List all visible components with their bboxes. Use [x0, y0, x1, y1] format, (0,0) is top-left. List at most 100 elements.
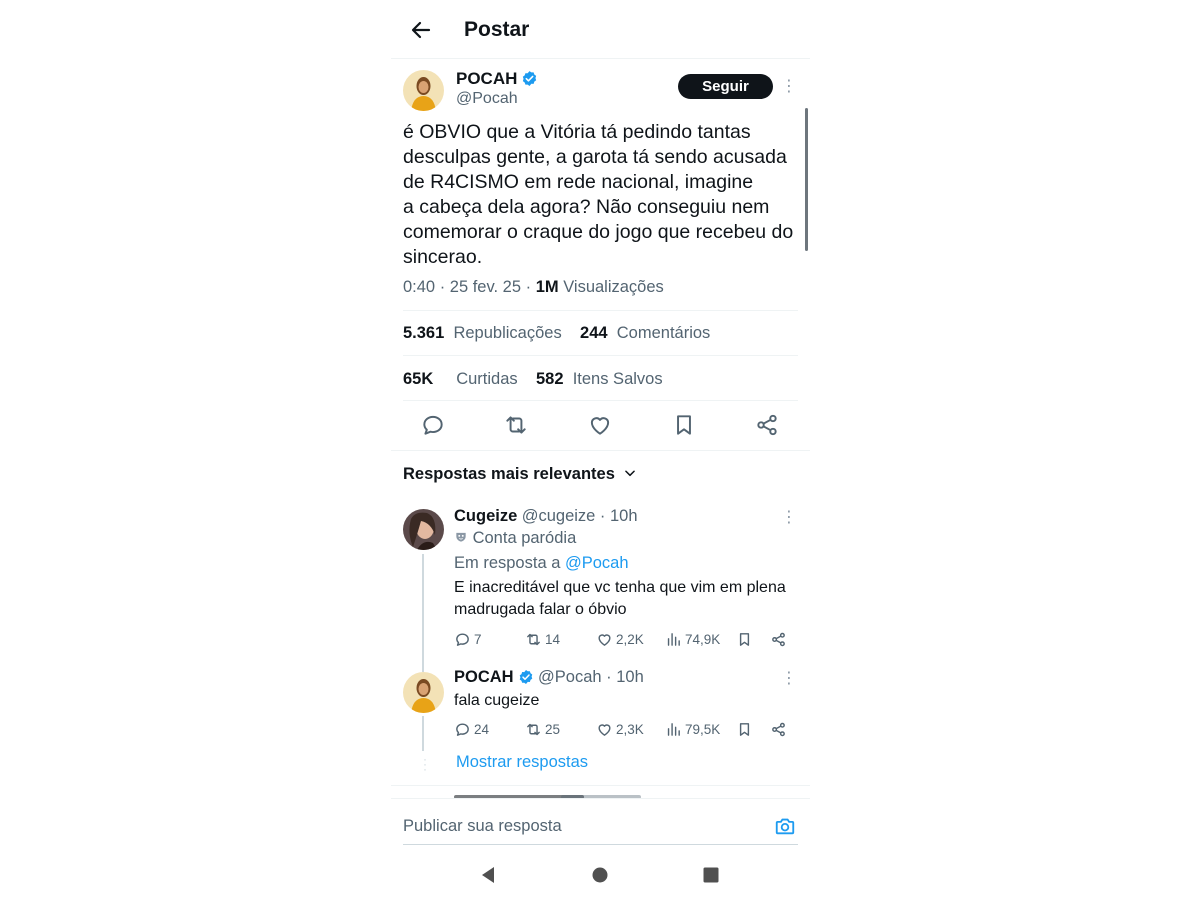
- post-text: é OBVIO que a Vitória tá pedindo tantas …: [403, 121, 794, 268]
- page-title: Postar: [464, 18, 530, 41]
- camera-icon[interactable]: [774, 815, 796, 837]
- views-count: 79,5K: [685, 722, 721, 737]
- follow-button[interactable]: Seguir: [678, 74, 773, 99]
- divider: [403, 400, 798, 401]
- share-icon: [772, 722, 785, 737]
- stats-row-2: 65K Curtidas 582 Itens Salvos: [403, 370, 663, 389]
- share-icon[interactable]: [754, 412, 780, 438]
- reply-actions: 7 14 2,2K 74,9K: [454, 631, 804, 651]
- scrollbar[interactable]: [805, 108, 808, 251]
- in-reply-handle-link[interactable]: @Pocah: [565, 554, 629, 572]
- arrow-left-icon[interactable]: [409, 18, 433, 42]
- bookmark-icon: [739, 633, 750, 646]
- divider: [403, 310, 798, 311]
- saves-stat[interactable]: 582 Itens Salvos: [536, 370, 663, 388]
- reply-avatar[interactable]: [403, 509, 444, 550]
- like-button[interactable]: 2,2K: [596, 631, 644, 648]
- divider: [391, 785, 810, 786]
- reply-author-name[interactable]: Cugeize: [454, 507, 517, 525]
- reply-text: E inacreditável que vc tenha que vim em …: [454, 579, 786, 618]
- verified-badge-icon: [523, 71, 537, 86]
- reply-count: 7: [474, 632, 482, 647]
- in-reply-to: Em resposta a @Pocah: [454, 554, 629, 573]
- heart-icon: [598, 724, 611, 736]
- thread-line: [422, 554, 424, 672]
- nav-back-icon[interactable]: [477, 864, 499, 886]
- bookmark-button[interactable]: [736, 631, 753, 648]
- views-button[interactable]: 74,9K: [665, 631, 720, 648]
- author-handle[interactable]: @Pocah: [456, 90, 518, 108]
- author-avatar[interactable]: [403, 70, 444, 111]
- share-button[interactable]: [770, 721, 787, 738]
- verified-badge-icon: [519, 670, 532, 684]
- mask-icon: [456, 532, 466, 542]
- nav-home-icon[interactable]: [589, 864, 611, 886]
- repost-icon[interactable]: [503, 412, 529, 438]
- in-reply-prefix: Em resposta a: [454, 554, 565, 572]
- bookmark-icon: [739, 723, 750, 736]
- reply-text: fala cugeize: [454, 692, 540, 709]
- reply-header: Cugeize @cugeize · 10h: [454, 507, 638, 526]
- like-count: 2,3K: [616, 722, 644, 737]
- repost-button[interactable]: 25: [525, 721, 560, 738]
- more-options-icon[interactable]: ⋮: [781, 671, 797, 687]
- reply-button[interactable]: 24: [454, 721, 489, 738]
- share-button[interactable]: [770, 631, 787, 648]
- reply-actions: 24 25 2,3K 79,5K: [454, 721, 804, 741]
- bookmark-button[interactable]: [736, 721, 753, 738]
- thread-line: [422, 716, 424, 751]
- views-button[interactable]: 79,5K: [665, 721, 720, 738]
- author-name-text[interactable]: POCAH: [456, 69, 517, 88]
- thread-dots: · · ·: [423, 752, 427, 776]
- nav-recents-icon[interactable]: [700, 864, 722, 886]
- reply-author-handle[interactable]: @Pocah · 10h: [538, 668, 644, 686]
- composer-underline: [403, 844, 798, 845]
- reposts-count: 5.361: [403, 324, 445, 342]
- composer-divider: [391, 798, 810, 799]
- bookmark-icon[interactable]: [671, 412, 697, 438]
- reply-author-handle[interactable]: @cugeize · 10h: [522, 507, 638, 525]
- replies-sort-dropdown[interactable]: Respostas mais relevantes: [403, 465, 637, 484]
- like-button[interactable]: 2,3K: [596, 721, 644, 738]
- comments-stat[interactable]: 244 Comentários: [580, 324, 710, 342]
- show-replies-link[interactable]: Mostrar respostas: [456, 753, 588, 772]
- replies-sort-label[interactable]: Respostas mais relevantes: [403, 465, 615, 483]
- heart-icon: [598, 634, 611, 646]
- heart-icon[interactable]: [587, 412, 613, 438]
- repost-icon: [527, 723, 540, 736]
- repost-button[interactable]: 14: [525, 631, 560, 648]
- speech-bubble-icon: [456, 633, 469, 646]
- divider: [403, 355, 798, 356]
- post-actions: [391, 408, 810, 442]
- repost-count: 25: [545, 722, 561, 737]
- views-count: 1M: [535, 278, 559, 296]
- reply-button[interactable]: 7: [454, 631, 482, 648]
- reply-author-name[interactable]: POCAH: [454, 668, 514, 686]
- post-meta: 0:40 · 25 fev. 25 · 1M Visualizações: [403, 278, 664, 297]
- reply-avatar[interactable]: [403, 672, 444, 713]
- author-name[interactable]: POCAH: [456, 69, 538, 89]
- chevron-down-icon[interactable]: [623, 466, 637, 480]
- post-screen: Postar POCAH @Pocah Seguir ⋮ é OBVIO que…: [391, 0, 810, 900]
- reply-count: 24: [474, 722, 490, 737]
- likes-label: Curtidas: [456, 370, 518, 388]
- stats-row-1: 5.361 Republicações 244 Comentários: [403, 324, 710, 343]
- speech-bubble-icon[interactable]: [420, 412, 446, 438]
- views-label: Visualizações: [558, 278, 664, 296]
- repost-count: 14: [545, 632, 561, 647]
- saves-count: 582: [536, 370, 564, 388]
- more-options-icon[interactable]: ⋮: [781, 510, 797, 526]
- bar-chart-icon: [667, 723, 680, 736]
- section-divider: [391, 450, 810, 451]
- reposts-stat[interactable]: 5.361 Republicações: [403, 324, 562, 342]
- bar-chart-icon: [667, 633, 680, 646]
- saves-label: Itens Salvos: [572, 370, 663, 388]
- likes-stat[interactable]: 65K Curtidas: [403, 370, 518, 388]
- reply-header: POCAH @Pocah · 10h: [454, 668, 644, 687]
- like-count: 2,2K: [616, 632, 644, 647]
- more-options-icon[interactable]: ⋮: [781, 79, 797, 95]
- reposts-label: Republicações: [453, 324, 562, 342]
- reply-composer-input[interactable]: Publicar sua resposta: [403, 817, 562, 836]
- parody-label: Conta paródia: [472, 529, 577, 547]
- parody-badge: Conta paródia: [454, 529, 576, 548]
